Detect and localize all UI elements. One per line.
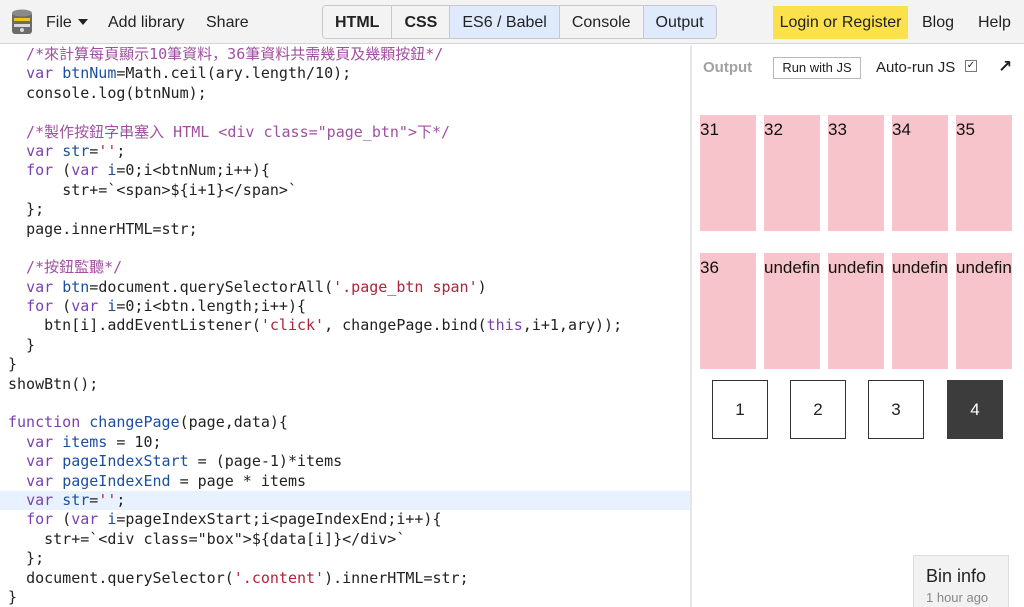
help-link[interactable]: Help bbox=[978, 0, 1011, 44]
auto-run-checkbox[interactable]: ✓ bbox=[965, 60, 977, 72]
content-box: 31 bbox=[700, 115, 756, 231]
bin-info-title: Bin info bbox=[926, 566, 987, 586]
run-with-js-button[interactable]: Run with JS bbox=[773, 57, 861, 79]
chevron-down-icon bbox=[77, 19, 88, 25]
code-line[interactable]: var btn=document.querySelectorAll('.page… bbox=[0, 278, 690, 297]
code-line[interactable]: document.querySelector('.content').inner… bbox=[0, 569, 690, 588]
code-line[interactable]: }; bbox=[0, 549, 690, 568]
content-box: 35 bbox=[956, 115, 1012, 231]
code-line[interactable]: var pageIndexEnd = page * items bbox=[0, 472, 690, 491]
code-line[interactable]: btn[i].addEventListener('click', changeP… bbox=[0, 316, 690, 335]
output-label: Output bbox=[703, 59, 753, 76]
page-button-2[interactable]: 2 bbox=[790, 380, 846, 439]
code-line[interactable]: var str=''; bbox=[0, 142, 690, 161]
code-line[interactable]: str+=`<div class="box">${data[i]}</div>` bbox=[0, 530, 690, 549]
file-menu-label: File bbox=[46, 14, 72, 31]
code-line[interactable]: for (var i=pageIndexStart;i<pageIndexEnd… bbox=[0, 510, 690, 529]
login-register-button[interactable]: Login or Register bbox=[773, 6, 908, 39]
add-library-menu[interactable]: Add library bbox=[108, 0, 184, 44]
panel-toggle-group: HTML CSS ES6 / Babel Console Output bbox=[322, 5, 717, 39]
code-line[interactable]: function changePage(page,data){ bbox=[0, 413, 690, 432]
page-button-4[interactable]: 4 bbox=[947, 380, 1003, 439]
tab-css[interactable]: CSS bbox=[392, 6, 451, 38]
code-line[interactable]: for (var i=0;i<btnNum;i++){ bbox=[0, 161, 690, 180]
code-editor[interactable]: /*來計算每頁顯示10筆資料，36筆資料共需幾頁及幾顆按鈕*/ var btnN… bbox=[0, 45, 690, 607]
expand-icon[interactable]: ↗ bbox=[998, 57, 1012, 77]
code-line[interactable]: for (var i=0;i<btn.length;i++){ bbox=[0, 297, 690, 316]
tab-output[interactable]: Output bbox=[643, 6, 716, 38]
code-line[interactable]: } bbox=[0, 355, 690, 374]
content-box: 33 bbox=[828, 115, 884, 231]
share-menu[interactable]: Share bbox=[206, 0, 249, 44]
code-line[interactable]: } bbox=[0, 336, 690, 355]
content-box: undefined bbox=[892, 253, 948, 369]
auto-run-label: Auto-run JS bbox=[876, 59, 956, 76]
page-button-3[interactable]: 3 bbox=[868, 380, 924, 439]
top-bar: File Add library Share HTML CSS ES6 / Ba… bbox=[0, 0, 1024, 44]
bin-info-panel[interactable]: Bin info 1 hour ago bbox=[913, 555, 1009, 607]
tab-html[interactable]: HTML bbox=[323, 6, 393, 38]
content-box: undefined bbox=[764, 253, 820, 369]
code-line[interactable]: str+=`<span>${i+1}</span>` bbox=[0, 181, 690, 200]
code-line[interactable] bbox=[0, 394, 690, 413]
blog-link[interactable]: Blog bbox=[922, 0, 954, 44]
content-box: 34 bbox=[892, 115, 948, 231]
tab-es6-babel[interactable]: ES6 / Babel bbox=[450, 6, 560, 38]
content-box: 36 bbox=[700, 253, 756, 369]
output-panel: Output Run with JS Auto-run JS ✓ ↗ 31 32… bbox=[692, 45, 1024, 607]
file-menu[interactable]: File bbox=[46, 0, 88, 44]
code-line[interactable]: /*來計算每頁顯示10筆資料，36筆資料共需幾頁及幾顆按鈕*/ bbox=[0, 45, 690, 64]
page-button-1[interactable]: 1 bbox=[712, 380, 768, 439]
code-line[interactable]: } bbox=[0, 588, 690, 607]
tab-console[interactable]: Console bbox=[559, 6, 644, 38]
code-line[interactable]: var items = 10; bbox=[0, 433, 690, 452]
code-line[interactable] bbox=[0, 239, 690, 258]
content-box: undefined bbox=[828, 253, 884, 369]
code-line[interactable]: }; bbox=[0, 200, 690, 219]
code-line[interactable] bbox=[0, 103, 690, 122]
code-line[interactable]: var btnNum=Math.ceil(ary.length/10); bbox=[0, 64, 690, 83]
jsbin-logo-icon[interactable] bbox=[9, 8, 35, 36]
code-line[interactable]: var pageIndexStart = (page-1)*items bbox=[0, 452, 690, 471]
code-line[interactable]: /*按鈕監聽*/ bbox=[0, 258, 690, 277]
code-line[interactable]: console.log(btnNum); bbox=[0, 84, 690, 103]
code-line[interactable]: page.innerHTML=str; bbox=[0, 220, 690, 239]
code-line[interactable]: /*製作按鈕字串塞入 HTML <div class="page_btn">下*… bbox=[0, 123, 690, 142]
content-box: undefined bbox=[956, 253, 1012, 369]
content-box: 32 bbox=[764, 115, 820, 231]
code-line[interactable]: var str=''; bbox=[0, 490, 690, 511]
bin-info-time: 1 hour ago bbox=[926, 590, 989, 605]
code-line[interactable]: showBtn(); bbox=[0, 375, 690, 394]
